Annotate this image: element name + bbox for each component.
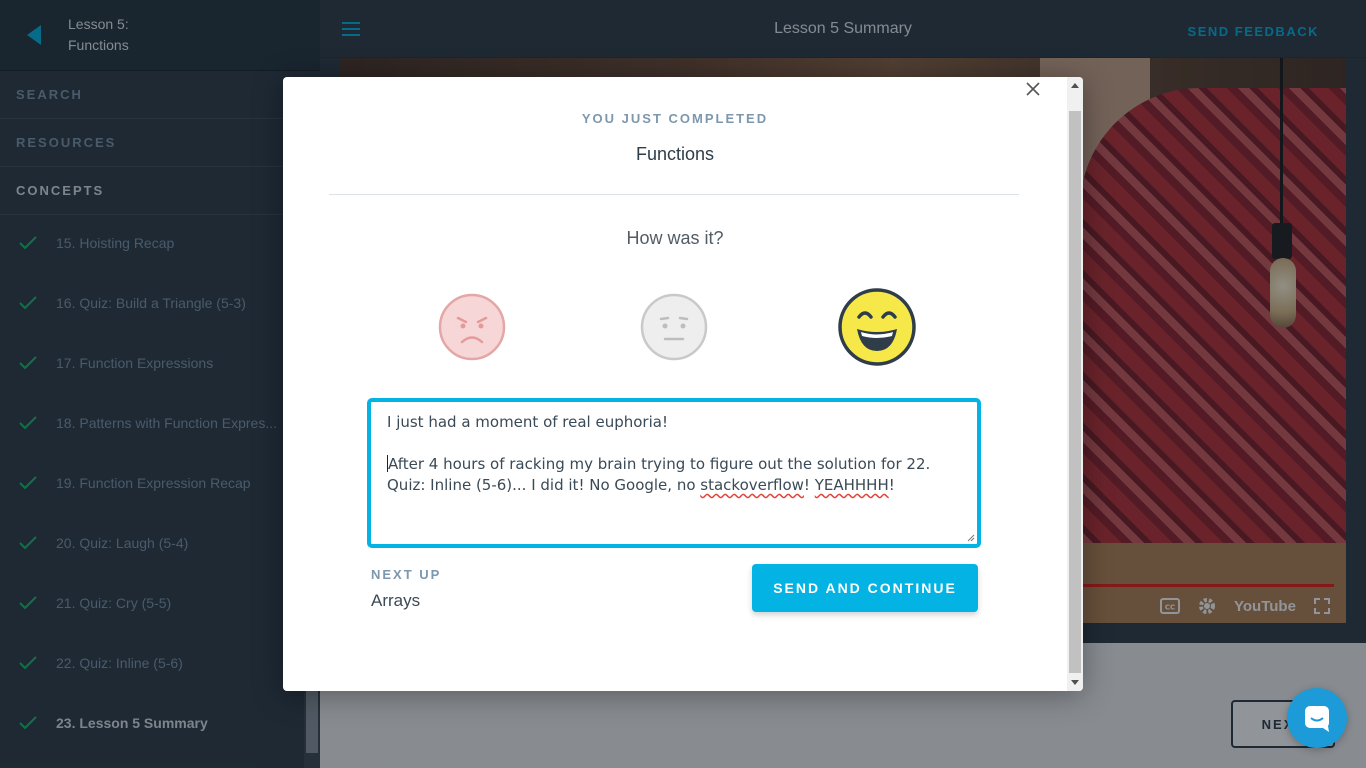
next-up-label: NEXT UP [371,567,442,582]
completion-modal: YOU JUST COMPLETED Functions How was it? [283,77,1083,691]
next-up-value: Arrays [371,591,421,610]
divider [329,194,1019,195]
feedback-blank-line [387,433,961,454]
feedback-line-1: I just had a moment of real euphoria! [387,413,668,431]
chat-icon [1305,706,1329,732]
completed-title: Functions [635,144,715,164]
close-button[interactable] [1024,80,1044,100]
feedback-textarea[interactable]: I just had a moment of real euphoria! Af… [367,398,981,548]
modal-scrollbar[interactable] [1067,77,1083,691]
resize-handle-icon[interactable] [965,532,975,542]
modal-scroll-thumb[interactable] [1069,111,1081,673]
completed-kicker: YOU JUST COMPLETED [581,111,769,126]
feedback-line-3-a: Quiz: Inline (5-6)... I did it! No Googl… [387,476,701,494]
scroll-up-arrow-icon[interactable] [1071,83,1079,88]
rating-happy-button[interactable] [837,287,917,367]
close-icon [1026,82,1040,96]
feedback-line-3: Quiz: Inline (5-6)... I did it! No Googl… [387,475,961,496]
feedback-line-2: After 4 hours of racking my brain trying… [387,454,961,475]
feedback-line-3-e: ! [888,476,895,494]
rating-neutral-button[interactable] [640,293,708,361]
misspelled-word: YEAHHHH [814,476,889,494]
misspelled-word: stackoverflow [700,476,804,494]
scroll-down-arrow-icon[interactable] [1071,680,1079,685]
feedback-line-2-text: After 4 hours of racking my brain trying… [388,455,931,473]
rating-question: How was it? [626,228,724,248]
send-and-continue-button[interactable]: SEND AND CONTINUE [752,564,978,612]
happy-face-icon [838,288,916,366]
sad-face-icon [438,293,506,361]
rating-sad-button[interactable] [438,293,506,361]
neutral-face-icon [640,293,708,361]
feedback-line-3-c: ! [803,476,815,494]
chat-support-button[interactable] [1287,688,1347,748]
